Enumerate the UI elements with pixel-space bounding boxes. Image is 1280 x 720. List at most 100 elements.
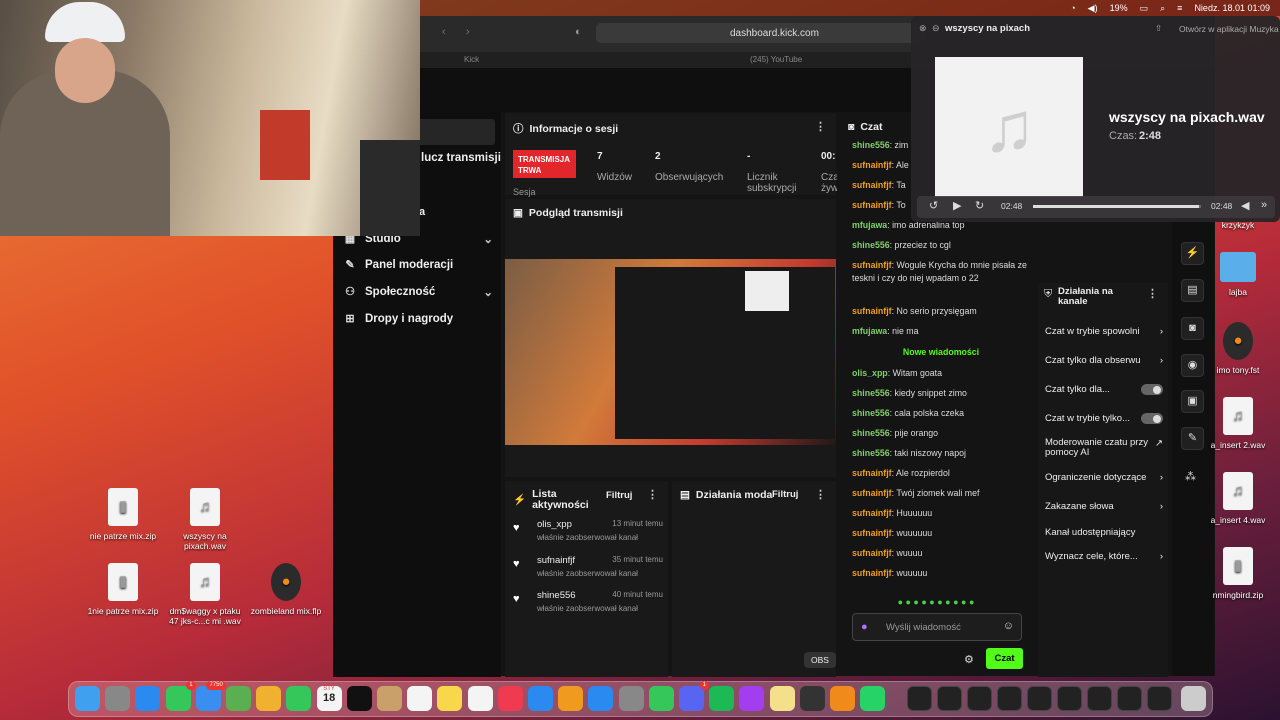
rewind-icon[interactable]: ↺ [929, 199, 938, 212]
fl-studio-icon[interactable] [830, 686, 855, 711]
stream-preview[interactable] [505, 259, 836, 445]
minimized-window[interactable] [1027, 686, 1052, 711]
nav-item-drops[interactable]: ⊞ Dropy i nagrody [343, 312, 493, 326]
finder-icon[interactable] [75, 686, 100, 711]
camera-icon[interactable]: ▣ [1181, 390, 1204, 413]
tab-kick[interactable]: Kick [464, 55, 479, 64]
notes-icon[interactable] [437, 686, 463, 711]
microphone-icon[interactable]: ● [861, 621, 868, 633]
minimized-window[interactable] [937, 686, 962, 711]
settings-icon[interactable] [618, 686, 644, 711]
play-icon[interactable]: ▶ [953, 199, 961, 212]
desktop-file[interactable]: ♫ wszyscy na pixach.wav [165, 488, 245, 551]
obs-icon[interactable] [799, 686, 825, 711]
launchpad-icon[interactable] [105, 686, 131, 711]
reminders-icon[interactable] [407, 686, 433, 711]
desktop-file[interactable]: ♫ dm$waggy x ptaku 47 jks-c...c mi .wav [165, 563, 245, 626]
desktop-folder[interactable]: lajba [1205, 252, 1271, 297]
volume-icon[interactable]: ◀ [1241, 199, 1249, 212]
tv-icon[interactable] [346, 686, 372, 711]
photos-icon[interactable] [256, 686, 282, 711]
desktop-file[interactable]: ♫ a_insert 4.wav [1205, 472, 1271, 525]
minimized-window[interactable] [1117, 686, 1142, 711]
url-text[interactable]: dashboard.kick.com [730, 28, 819, 39]
chat-icon[interactable]: ◙ [1181, 317, 1204, 340]
minimized-window[interactable] [1087, 686, 1112, 711]
emoji-icon[interactable]: ☺ [1003, 620, 1014, 632]
numbers-icon[interactable] [648, 686, 674, 711]
nav-item-partial[interactable]: lucz transmisji [421, 152, 501, 164]
lightning-icon[interactable]: ⚡ [1181, 242, 1204, 265]
chevron-right-icon[interactable]: » [1261, 199, 1267, 211]
spotify-icon[interactable] [709, 686, 735, 711]
messages-icon[interactable]: 1 [165, 681, 196, 711]
freeform-icon[interactable] [467, 686, 493, 711]
mod-filter-button[interactable]: Filtruj [772, 489, 798, 500]
more-icon[interactable]: ⋮ [815, 120, 826, 133]
minimize-icon[interactable]: ⊖ [932, 23, 940, 34]
channel-action-row[interactable]: Czat tylko dla obserwu › [1045, 355, 1163, 366]
battery-percent[interactable]: 19% [1110, 3, 1128, 13]
forward-icon[interactable]: › [466, 26, 470, 38]
pages-icon[interactable] [558, 686, 584, 711]
messenger-icon[interactable] [739, 686, 765, 711]
chat-input[interactable]: ● Wyślij wiadomość ☺ [852, 613, 1022, 641]
channel-action-row[interactable]: Wyznacz cele, które... › [1045, 551, 1163, 562]
desktop-file[interactable]: ● imo tony.fst [1205, 322, 1271, 375]
desktop-file[interactable]: krzykzyk [1205, 220, 1271, 230]
wrench-icon[interactable]: ✎ [1181, 427, 1204, 450]
music-icon[interactable] [497, 686, 523, 711]
toggle-switch[interactable] [1141, 413, 1163, 424]
progress-track[interactable] [1033, 205, 1201, 208]
activity-filter-button[interactable]: Filtruj [606, 490, 632, 501]
open-in-music-link[interactable]: Otwórz w aplikacji Muzyka [1179, 24, 1279, 34]
clock[interactable]: Niedz. 18.01 01:09 [1194, 3, 1270, 13]
channel-action-row[interactable]: Ograniczenie dotyczące › [1045, 472, 1163, 483]
search-icon[interactable]: ⌕ [1160, 3, 1165, 14]
volume-icon[interactable]: ◀) [1088, 3, 1098, 14]
forward-icon[interactable]: ↻ [975, 199, 984, 212]
settings-icon[interactable]: ⚙ [964, 653, 974, 666]
desktop-file[interactable]: ● zombieland mix.flp [246, 563, 326, 616]
channel-action-row[interactable]: Czat w trybie spowolni › [1045, 326, 1163, 337]
wifi-icon[interactable]: ◔ [1070, 3, 1075, 13]
more-icon[interactable]: ⋮ [815, 488, 826, 501]
battery-icon[interactable]: ▭ [1140, 3, 1149, 14]
channel-action-row[interactable]: Czat tylko dla... [1045, 384, 1163, 395]
minimized-window[interactable] [907, 686, 932, 711]
control-center-icon[interactable]: ≡ [1177, 3, 1182, 13]
toggle-switch[interactable] [1141, 384, 1163, 395]
channel-action-row[interactable]: Czat w trybie tylko... [1045, 413, 1163, 424]
desktop-file[interactable]: ♫ a_insert 2.wav [1205, 397, 1271, 450]
calendar-icon[interactable]: STY 18 [316, 686, 342, 711]
share-icon[interactable]: ⇧ [1155, 23, 1162, 34]
document-icon[interactable]: ▤ [1181, 279, 1204, 302]
maps-icon[interactable] [226, 686, 251, 711]
channel-action-row[interactable]: Zakazane słowa › [1045, 501, 1163, 512]
emote-bar[interactable]: ● ● ● ● ● ● ● ● ● ● [846, 597, 1026, 607]
back-icon[interactable]: ‹ [442, 26, 446, 38]
nav-item-moderation[interactable]: ✎ Panel moderacji [343, 258, 493, 272]
app-store-icon[interactable] [588, 686, 614, 711]
safari-icon[interactable] [135, 686, 161, 711]
channel-action-row[interactable]: Moderowanie czatu przy pomocy AI ↗ [1045, 438, 1163, 458]
trash-icon[interactable] [1181, 686, 1206, 711]
desktop-file[interactable]: ▮ nie patrze mix.zip [83, 488, 163, 541]
facetime-icon[interactable] [286, 686, 312, 711]
keynote-icon[interactable] [528, 686, 553, 711]
mail-icon[interactable]: 7750 [195, 681, 226, 711]
notes-icon[interactable] [769, 686, 795, 711]
desktop-file[interactable]: ▮ nmingbird.zip [1205, 547, 1271, 600]
tab-youtube[interactable]: (245) YouTube [750, 55, 802, 64]
close-icon[interactable]: ⊗ [919, 23, 927, 34]
finder-icon[interactable] [377, 686, 402, 711]
nodes-icon[interactable]: ⁂ [1185, 470, 1196, 483]
broadcast-icon[interactable]: ◉ [1181, 354, 1204, 377]
discord-icon[interactable]: 1 [679, 681, 709, 711]
more-icon[interactable]: ⋮ [647, 488, 658, 501]
desktop-file[interactable]: ▮ 1nie patrze mix.zip [83, 563, 163, 616]
more-icon[interactable]: ⋮ [1147, 287, 1158, 300]
minimized-window[interactable] [1147, 686, 1172, 711]
channel-action-row[interactable]: Kanał udostępniający [1045, 527, 1163, 538]
minimized-window[interactable] [967, 686, 992, 711]
